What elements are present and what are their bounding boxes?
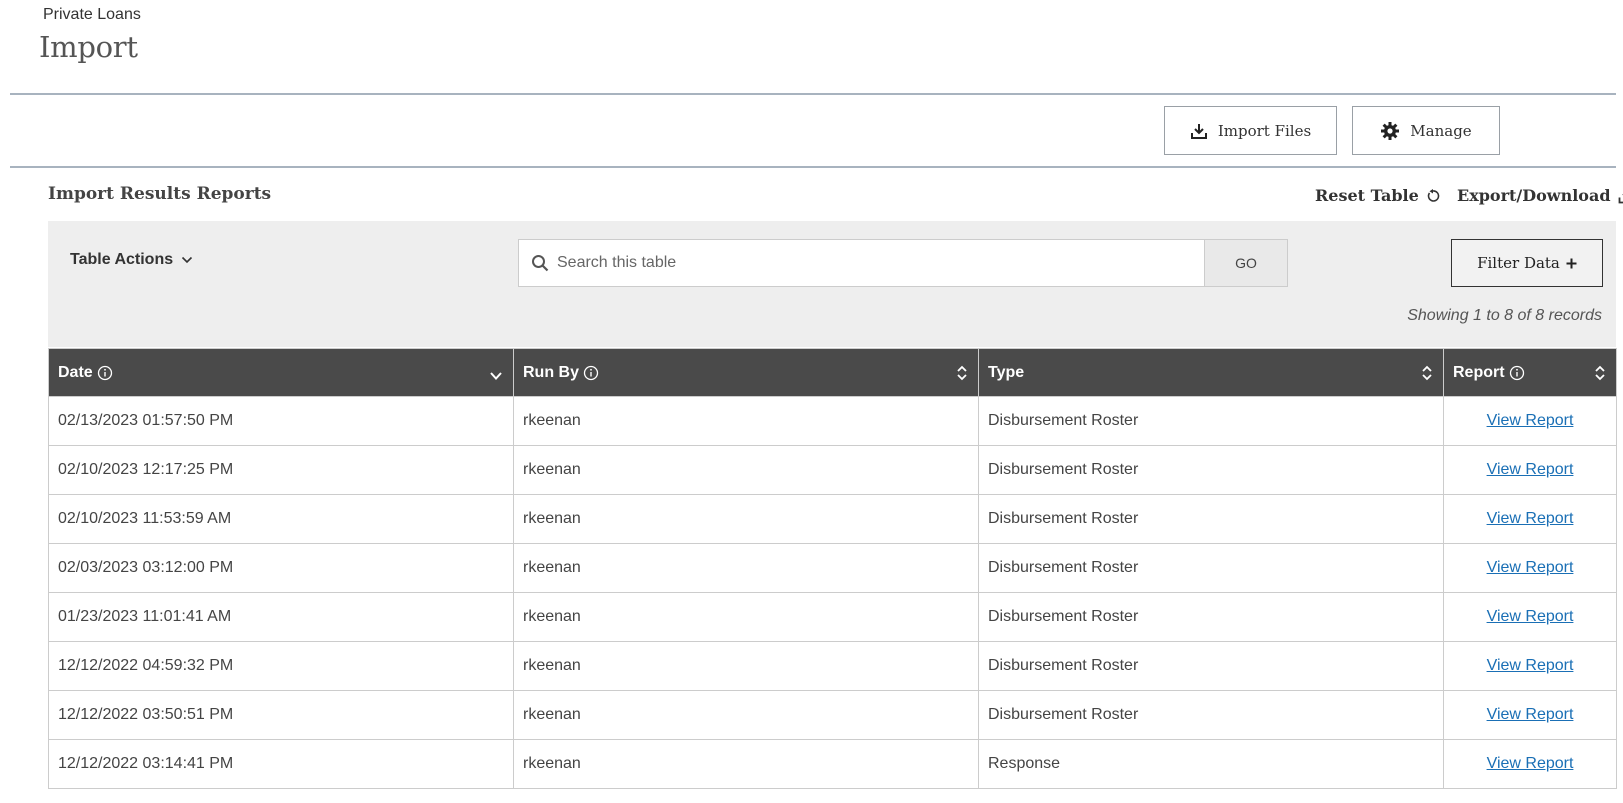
view-report-link[interactable]: View Report <box>1487 706 1574 723</box>
view-report-link[interactable]: View Report <box>1487 412 1574 429</box>
table-controls-panel: Table Actions GO Filter Data Showing 1 t… <box>48 221 1616 347</box>
chevron-down-icon <box>182 256 193 264</box>
run-by-cell: rkeenan <box>513 445 979 495</box>
report-cell: View Report <box>1443 543 1617 593</box>
report-cell: View Report <box>1443 739 1617 789</box>
sort-icon[interactable] <box>1421 364 1433 382</box>
reset-table-button[interactable]: Reset Table <box>1315 186 1440 205</box>
search-icon <box>532 255 549 272</box>
column-header-run-by-label: Run By <box>523 363 579 381</box>
date-cell: 01/23/2023 11:01:41 AM <box>48 592 514 642</box>
table-row: 12/12/2022 03:50:51 PM rkeenan Disbursem… <box>48 690 1617 740</box>
type-cell: Disbursement Roster <box>978 592 1444 642</box>
manage-button[interactable]: Manage <box>1352 106 1500 155</box>
view-report-link[interactable]: View Report <box>1487 461 1574 478</box>
filter-data-button[interactable]: Filter Data <box>1451 239 1603 287</box>
column-header-report-label: Report <box>1453 363 1505 381</box>
sort-descending-icon[interactable] <box>489 369 503 383</box>
export-download-label: Export/Download <box>1457 186 1611 205</box>
table-row: 12/12/2022 04:59:32 PM rkeenan Disbursem… <box>48 641 1617 691</box>
table-row: 12/12/2022 03:14:41 PM rkeenan Response … <box>48 739 1617 789</box>
report-cell: View Report <box>1443 592 1617 642</box>
run-by-cell: rkeenan <box>513 641 979 691</box>
run-by-cell: rkeenan <box>513 396 979 446</box>
view-report-link[interactable]: View Report <box>1487 608 1574 625</box>
run-by-cell: rkeenan <box>513 592 979 642</box>
report-cell: View Report <box>1443 690 1617 740</box>
search-input[interactable] <box>549 242 1159 284</box>
import-files-button[interactable]: Import Files <box>1164 106 1337 155</box>
sort-icon[interactable] <box>956 364 968 382</box>
run-by-cell: rkeenan <box>513 543 979 593</box>
type-cell: Disbursement Roster <box>978 543 1444 593</box>
column-header-type-label: Type <box>988 363 1025 381</box>
toolbar: Import Files Manage <box>10 97 1616 167</box>
breadcrumb[interactable]: Private Loans <box>43 6 141 24</box>
report-cell: View Report <box>1443 445 1617 495</box>
run-by-cell: rkeenan <box>513 494 979 544</box>
type-cell: Disbursement Roster <box>978 445 1444 495</box>
table-row: 01/23/2023 11:01:41 AM rkeenan Disbursem… <box>48 592 1617 642</box>
table-row: 02/10/2023 12:17:25 PM rkeenan Disbursem… <box>48 445 1617 495</box>
run-by-cell: rkeenan <box>513 739 979 789</box>
type-cell: Disbursement Roster <box>978 494 1444 544</box>
reset-table-label: Reset Table <box>1315 186 1419 205</box>
run-by-cell: rkeenan <box>513 690 979 740</box>
report-cell: View Report <box>1443 494 1617 544</box>
view-report-link[interactable]: View Report <box>1487 657 1574 674</box>
export-download-button[interactable]: Export/Download <box>1457 186 1623 205</box>
report-cell: View Report <box>1443 396 1617 446</box>
records-count: Showing 1 to 8 of 8 records <box>1407 307 1602 324</box>
date-cell: 02/03/2023 03:12:00 PM <box>48 543 514 593</box>
section-title: Import Results Reports <box>48 184 272 204</box>
column-header-type[interactable]: Type <box>978 348 1444 397</box>
type-cell: Disbursement Roster <box>978 690 1444 740</box>
sort-icon[interactable] <box>1594 364 1606 382</box>
import-files-label: Import Files <box>1217 121 1312 140</box>
column-header-report[interactable]: Report <box>1443 348 1617 397</box>
report-cell: View Report <box>1443 641 1617 691</box>
table-row: 02/10/2023 11:53:59 AM rkeenan Disbursem… <box>48 494 1617 544</box>
date-cell: 02/10/2023 11:53:59 AM <box>48 494 514 544</box>
column-header-date[interactable]: Date <box>48 348 514 397</box>
date-cell: 12/12/2022 03:14:41 PM <box>48 739 514 789</box>
view-report-link[interactable]: View Report <box>1487 755 1574 772</box>
manage-label: Manage <box>1410 121 1472 140</box>
info-icon[interactable] <box>583 365 599 381</box>
page-title: Import <box>39 30 138 64</box>
download-icon <box>1618 193 1623 204</box>
divider <box>10 93 1616 95</box>
import-results-table: Date Run By Type Report 02/13/2023 01:57… <box>48 348 1617 789</box>
filter-data-label: Filter Data <box>1477 254 1560 272</box>
search-box <box>518 239 1205 287</box>
table-header-row: Date Run By Type Report <box>48 348 1617 397</box>
view-report-link[interactable]: View Report <box>1487 510 1574 527</box>
table-row: 02/03/2023 03:12:00 PM rkeenan Disbursem… <box>48 543 1617 593</box>
date-cell: 02/13/2023 01:57:50 PM <box>48 396 514 446</box>
reset-icon <box>1427 188 1440 202</box>
table-actions-label: Table Actions <box>70 251 174 268</box>
info-icon[interactable] <box>97 365 113 381</box>
go-button[interactable]: GO <box>1204 239 1288 287</box>
type-cell: Disbursement Roster <box>978 641 1444 691</box>
plus-icon <box>1566 258 1577 268</box>
info-icon[interactable] <box>1509 365 1525 381</box>
date-cell: 12/12/2022 04:59:32 PM <box>48 641 514 691</box>
column-header-run-by[interactable]: Run By <box>513 348 979 397</box>
column-header-date-label: Date <box>58 363 93 381</box>
download-tray-icon <box>1190 123 1207 139</box>
table-actions-dropdown[interactable]: Table Actions <box>70 251 193 269</box>
date-cell: 02/10/2023 12:17:25 PM <box>48 445 514 495</box>
page-header: Private Loans Import <box>0 0 1623 97</box>
date-cell: 12/12/2022 03:50:51 PM <box>48 690 514 740</box>
view-report-link[interactable]: View Report <box>1487 559 1574 576</box>
gear-icon <box>1381 121 1400 140</box>
table-row: 02/13/2023 01:57:50 PM rkeenan Disbursem… <box>48 396 1617 446</box>
section-header: Import Results Reports Reset Table Expor… <box>0 170 1623 220</box>
type-cell: Response <box>978 739 1444 789</box>
type-cell: Disbursement Roster <box>978 396 1444 446</box>
divider <box>10 166 1616 168</box>
